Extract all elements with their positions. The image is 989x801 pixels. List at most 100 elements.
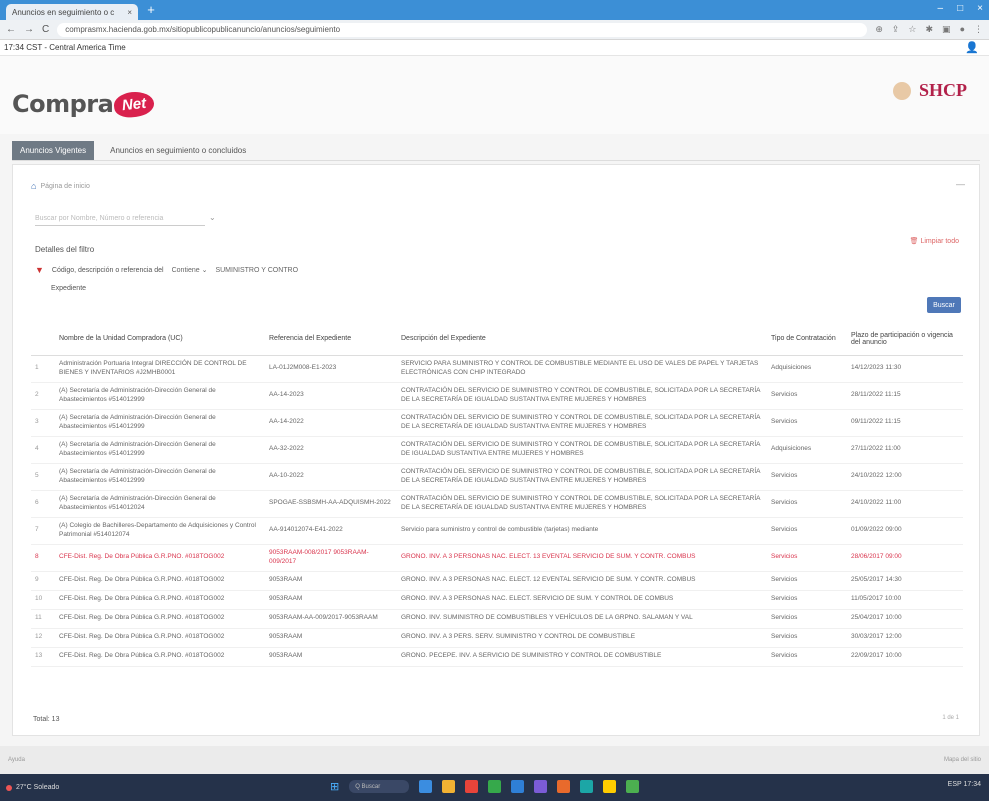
system-tray: ESP 17:34 [948, 781, 981, 788]
table-row[interactable]: 1 Administración Portuaria Integral DIREC… [31, 355, 963, 383]
cell-descripcion: GRONO. INV. A 3 PERSONAS NAC. ELECT. SER… [397, 590, 767, 610]
cell-descripcion: GRONO. PECEPE. INV. A SERVICIO DE SUMINI… [397, 647, 767, 667]
compranet-logo[interactable]: Compra Net [12, 89, 156, 119]
cell-referencia[interactable]: AA-32-2022 [265, 436, 397, 464]
weather-icon [6, 784, 12, 791]
puzzle-icon[interactable]: ✱ [926, 24, 934, 35]
close-tab-icon[interactable]: × [127, 8, 132, 17]
home-icon[interactable]: ⌂ [31, 181, 36, 191]
taskbar-app-icon[interactable] [419, 780, 433, 793]
new-tab-button[interactable]: + [144, 3, 158, 17]
table-row[interactable]: 12 CFE-Dist. Reg. De Obra Pública G.R.PNO… [31, 628, 963, 648]
pagination[interactable]: 1 de 1 [942, 715, 959, 721]
close-window-icon[interactable]: × [977, 3, 983, 14]
tab-anuncios-seguimiento[interactable]: Anuncios en seguimiento o concluidos [102, 141, 254, 160]
cell-descripcion: CONTRATACIÓN DEL SERVICIO DE SUMINISTRO … [397, 490, 767, 518]
cell-descripcion: GRONO. INV. A 3 PERSONAS NAC. ELECT. 12 … [397, 571, 767, 591]
taskbar-app-icon[interactable] [465, 780, 479, 793]
table-row[interactable]: 4 (A) Secretaría de Administración-Direcc… [31, 436, 963, 464]
search-input[interactable]: Buscar por Nombre, Número o referencia [35, 215, 205, 226]
row-index: 8 [31, 544, 55, 572]
taskbar-app-icon[interactable] [488, 780, 502, 793]
cell-referencia[interactable]: 9053RAAM [265, 647, 397, 667]
maximize-icon[interactable]: □ [957, 3, 963, 14]
reload-icon[interactable]: C [42, 24, 49, 35]
cell-referencia[interactable]: LA-01J2M008-E1-2023 [265, 355, 397, 383]
info-bar: 17:34 CST - Central America Time 👤 [0, 40, 989, 56]
tab-anuncios-vigentes[interactable]: Anuncios Vigentes [12, 141, 95, 160]
cell-tipo-contratacion: Adquisiciones [767, 355, 847, 383]
logo-text: Compra [12, 90, 114, 118]
browser-tab[interactable]: Anuncios en seguimiento o c × [6, 4, 138, 20]
breadcrumb: ⌂ Página de inicio [31, 181, 90, 191]
table-row[interactable]: 9 CFE-Dist. Reg. De Obra Pública G.R.PNO.… [31, 571, 963, 591]
star-icon[interactable]: ☆ [908, 24, 916, 35]
taskbar-search[interactable]: Q Buscar [349, 780, 410, 793]
table-row[interactable]: 3 (A) Secretaría de Administración-Direcc… [31, 409, 963, 437]
column-header-4: Tipo de Contratación [767, 323, 847, 356]
taskbar-app-icon[interactable] [626, 780, 640, 793]
profile-icon[interactable]: ● [960, 24, 965, 35]
table-row[interactable]: 5 (A) Secretaría de Administración-Direcc… [31, 463, 963, 491]
results-card: ⌂ Página de inicio — Buscar por Nombre, … [12, 164, 980, 736]
table-row[interactable]: 8 CFE-Dist. Reg. De Obra Pública G.R.PNO.… [31, 544, 963, 572]
address-bar-row: ← → C comprasmx.hacienda.gob.mx/sitiopub… [0, 20, 989, 40]
cell-referencia[interactable]: AA-10-2022 [265, 463, 397, 491]
filter-value[interactable]: SUMINISTRO Y CONTRO [215, 267, 298, 274]
footer-sitemap-link[interactable]: Mapa del sitio [944, 757, 981, 763]
cell-plazo: 14/12/2023 11:30 [847, 355, 963, 383]
filter-operator-select[interactable]: Contiene ⌄ [172, 266, 208, 274]
taskbar-app-icon[interactable] [603, 780, 617, 793]
cell-tipo-contratacion: Servicios [767, 647, 847, 667]
row-index: 9 [31, 571, 55, 591]
table-row[interactable]: 6 (A) Secretaría de Administración-Direcc… [31, 490, 963, 518]
cell-unidad-compradora: (A) Secretaría de Administración-Direcci… [55, 409, 265, 437]
table-row[interactable]: 10 CFE-Dist. Reg. De Obra Pública G.R.PNO… [31, 590, 963, 610]
taskbar-app-icon[interactable] [511, 780, 525, 793]
share-icon[interactable]: ⇪ [892, 24, 900, 35]
back-icon[interactable]: ← [6, 24, 16, 35]
breadcrumb-home[interactable]: Página de inicio [40, 183, 89, 190]
cell-referencia[interactable]: AA-914012074-E41-2022 [265, 517, 397, 545]
user-icon[interactable]: 👤 [965, 41, 979, 54]
row-index: 11 [31, 609, 55, 629]
search-button[interactable]: Buscar [927, 297, 961, 313]
funnel-icon[interactable]: ▼ [35, 265, 44, 275]
clear-filters-link[interactable]: 🗑 Limpiar todo [910, 237, 959, 245]
zoom-icon[interactable]: ⊕ [875, 24, 883, 35]
tray-clock[interactable]: ESP 17:34 [948, 781, 981, 788]
windows-start-icon[interactable]: ⊞ [330, 780, 339, 793]
table-row[interactable]: 11 CFE-Dist. Reg. De Obra Pública G.R.PNO… [31, 609, 963, 629]
table-row[interactable]: 2 (A) Secretaría de Administración-Direcc… [31, 382, 963, 410]
table-row[interactable]: 7 (A) Colegio de Bachilleres-Departamento… [31, 517, 963, 545]
window-controls: – □ × [938, 3, 983, 14]
browser-tab-title: Anuncios en seguimiento o c [12, 7, 115, 17]
cell-descripcion: CONTRATACIÓN DEL SERVICIO DE SUMINISTRO … [397, 409, 767, 437]
url-field[interactable]: comprasmx.hacienda.gob.mx/sitiopublicopu… [57, 22, 868, 37]
sidebar-icon[interactable]: ▣ [942, 24, 951, 35]
cell-referencia[interactable]: 9053RAAM-AA-009/2017-9053RAAM [265, 609, 397, 629]
taskbar-app-icon[interactable] [442, 780, 456, 793]
row-index: 3 [31, 409, 55, 437]
footer-help-link[interactable]: Ayuda [8, 757, 25, 763]
cell-referencia[interactable]: AA-14-2023 [265, 382, 397, 410]
cell-referencia[interactable]: AA-14-2022 [265, 409, 397, 437]
cell-referencia[interactable]: 9053RAAM [265, 628, 397, 648]
cell-unidad-compradora: (A) Secretaría de Administración-Direcci… [55, 490, 265, 518]
chevron-down-icon[interactable]: ⌄ [209, 213, 216, 222]
minimize-icon[interactable]: – [938, 3, 944, 14]
collapse-icon[interactable]: — [956, 179, 965, 189]
cell-referencia[interactable]: SPOGAE-SSBSMH-AA-ADQUISMH-2022 [265, 490, 397, 518]
taskbar-app-icon[interactable] [557, 780, 571, 793]
cell-referencia[interactable]: 9053RAAM [265, 571, 397, 591]
cell-referencia[interactable]: 9053RAAM [265, 590, 397, 610]
menu-icon[interactable]: ⋮ [974, 24, 983, 35]
cell-referencia[interactable]: 9053RAAM-008/2017 9053RAAM-009/2017 [265, 544, 397, 572]
row-index: 5 [31, 463, 55, 491]
forward-icon[interactable]: → [24, 24, 34, 35]
taskbar-app-icon[interactable] [534, 780, 548, 793]
weather-widget[interactable]: 27°C Soleado [6, 784, 59, 791]
taskbar-app-icon[interactable] [580, 780, 594, 793]
table-row[interactable]: 13 CFE-Dist. Reg. De Obra Pública G.R.PNO… [31, 647, 963, 667]
cell-plazo: 28/06/2017 09:00 [847, 544, 963, 572]
